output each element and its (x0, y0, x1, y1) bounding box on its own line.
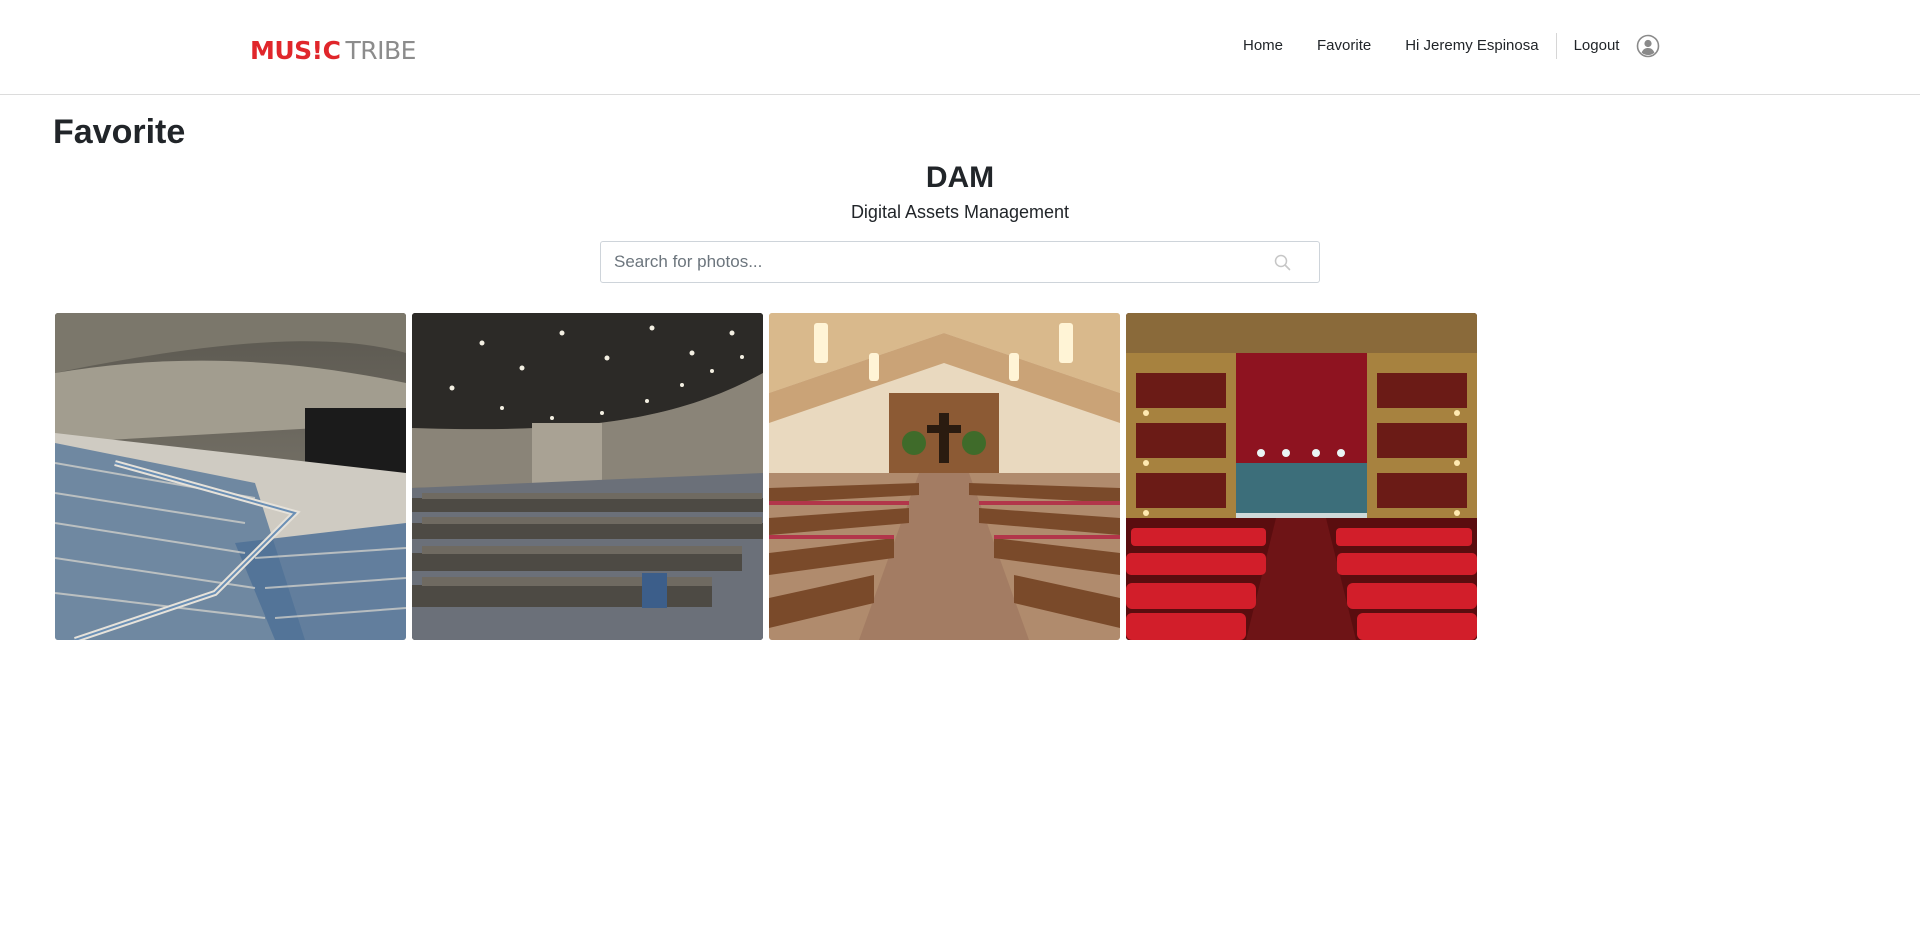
nav-favorite-link[interactable]: Favorite (1300, 32, 1388, 60)
photo-church-pews (769, 313, 1120, 640)
search-icon[interactable] (1274, 254, 1291, 271)
dam-title: DAM (0, 158, 1920, 198)
photo-card-auditorium-blue-seats[interactable] (55, 313, 406, 640)
user-circle-icon[interactable] (1636, 34, 1660, 58)
dam-subtitle: Digital Assets Management (850, 202, 1070, 222)
page-title: Favorite (53, 113, 186, 151)
logo-tribe-text: TRIBE (345, 36, 416, 65)
photo-theater-red-seats (1126, 313, 1477, 640)
search-input[interactable] (601, 242, 1319, 282)
photo-auditorium-chairs (412, 313, 763, 640)
photo-gallery (55, 313, 1477, 640)
top-navbar: MUS!C TRIBE Home Favorite Hi Jeremy Espi… (0, 0, 1920, 95)
logout-link[interactable]: Logout (1557, 32, 1637, 60)
photo-card-church-pews[interactable] (769, 313, 1120, 640)
user-greeting[interactable]: Hi Jeremy Espinosa (1388, 32, 1555, 60)
main-nav: Home Favorite Hi Jeremy Espinosa Logout (1226, 32, 1660, 60)
nav-home-link[interactable]: Home (1226, 32, 1300, 60)
music-tribe-logo[interactable]: MUS!C TRIBE (250, 36, 416, 66)
photo-card-theater-red-seats[interactable] (1126, 313, 1477, 640)
photo-search-box (600, 241, 1320, 283)
dam-title-text: DAM (925, 161, 995, 194)
photo-auditorium-blue-seats (55, 313, 406, 640)
photo-card-auditorium-chairs[interactable] (412, 313, 763, 640)
logo-music-text: MUS!C (250, 36, 341, 65)
